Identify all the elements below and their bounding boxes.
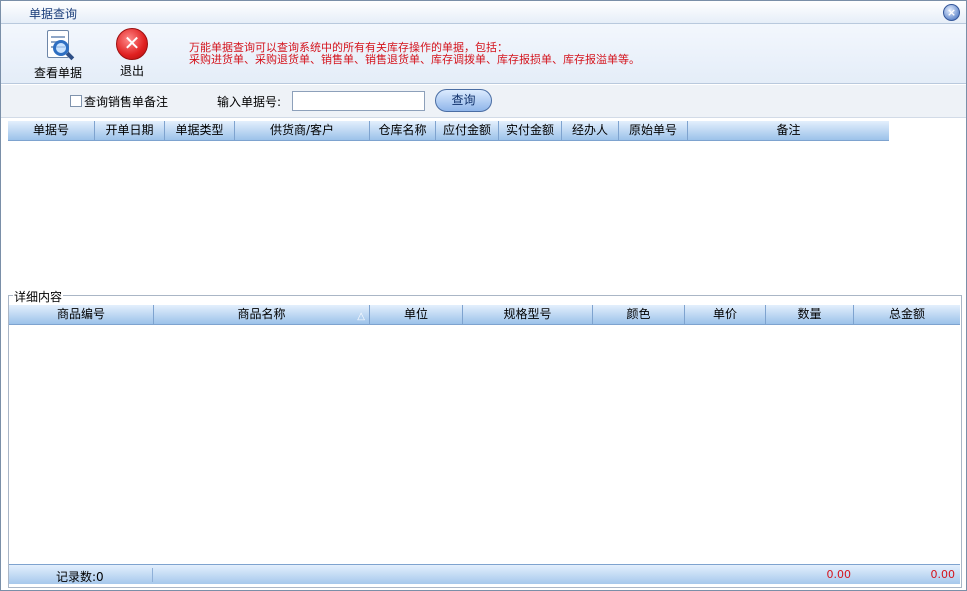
column-header[interactable]: 开单日期 bbox=[95, 121, 165, 140]
column-header[interactable]: 原始单号 bbox=[619, 121, 688, 140]
column-header[interactable]: 仓库名称 bbox=[370, 121, 436, 140]
search-bar: 查询销售单备注 输入单据号: 查询 bbox=[1, 85, 966, 118]
column-header[interactable]: 应付金额 bbox=[436, 121, 499, 140]
column-header[interactable]: 备注 bbox=[688, 121, 889, 140]
amount-total: 0.00 bbox=[930, 568, 956, 581]
column-header[interactable]: 商品编号 bbox=[9, 305, 154, 324]
column-header[interactable]: 单据号 bbox=[8, 121, 95, 140]
quantity-total: 0.00 bbox=[826, 568, 852, 581]
column-header[interactable]: 单位 bbox=[370, 305, 463, 324]
order-grid-body[interactable] bbox=[8, 141, 889, 286]
detail-group-box bbox=[8, 295, 962, 588]
record-count: 记录数:0 bbox=[56, 570, 104, 584]
close-icon[interactable]: × bbox=[943, 4, 960, 21]
column-header[interactable]: 单据类型 bbox=[165, 121, 235, 140]
title-bar: 单据查询 × bbox=[1, 1, 966, 24]
column-header[interactable]: 数量 bbox=[766, 305, 854, 324]
bill-number-label: 输入单据号: bbox=[217, 95, 282, 109]
sales-note-checkbox-label[interactable]: 查询销售单备注 bbox=[84, 93, 168, 110]
column-header[interactable]: 颜色 bbox=[593, 305, 685, 324]
column-header[interactable]: 供货商/客户 bbox=[235, 121, 370, 140]
detail-grid-header: 商品编号 商品名称 △ 单位 规格型号 颜色 单价 数量 总金额 bbox=[9, 305, 960, 325]
bill-number-input[interactable] bbox=[292, 91, 425, 111]
status-bar: 记录数:0 0.00 0.00 bbox=[9, 564, 960, 584]
exit-button[interactable]: ✕ 退出 bbox=[111, 28, 153, 79]
column-header[interactable]: 实付金额 bbox=[499, 121, 562, 140]
view-bill-button[interactable]: 查看单据 bbox=[31, 28, 85, 81]
exit-label: 退出 bbox=[119, 64, 144, 78]
info-line-2: 采购进货单、采购退货单、销售单、销售退货单、库存调拨单、库存报损单、库存报溢单等… bbox=[189, 53, 640, 66]
view-bill-label: 查看单据 bbox=[33, 66, 82, 80]
column-header-label: 商品名称 bbox=[237, 307, 286, 321]
bill-query-window: 单据查询 × 查看单据 ✕ 退出 万能单据查询可以查询系统中的所有有关库存操作的… bbox=[0, 0, 967, 591]
exit-x-icon: ✕ bbox=[116, 28, 148, 60]
column-header-sortable[interactable]: 商品名称 △ bbox=[154, 305, 370, 324]
sales-note-checkbox[interactable] bbox=[70, 95, 82, 107]
column-header[interactable]: 规格型号 bbox=[463, 305, 593, 324]
toolbar: 查看单据 ✕ 退出 万能单据查询可以查询系统中的所有有关库存操作的单据，包括： … bbox=[1, 24, 966, 84]
query-button[interactable]: 查询 bbox=[435, 89, 492, 112]
column-header[interactable]: 经办人 bbox=[562, 121, 619, 140]
column-header[interactable]: 总金额 bbox=[854, 305, 960, 324]
status-divider bbox=[152, 568, 153, 582]
sort-ascending-icon: △ bbox=[357, 311, 365, 322]
window-title: 单据查询 bbox=[29, 7, 78, 21]
order-grid-header: 单据号 开单日期 单据类型 供货商/客户 仓库名称 应付金额 实付金额 经办人 … bbox=[8, 121, 889, 141]
info-text: 万能单据查询可以查询系统中的所有有关库存操作的单据，包括： 采购进货单、采购退货… bbox=[189, 42, 640, 66]
magnifier-document-icon bbox=[41, 28, 75, 62]
detail-legend: 详细内容 bbox=[13, 288, 64, 305]
column-header[interactable]: 单价 bbox=[685, 305, 766, 324]
